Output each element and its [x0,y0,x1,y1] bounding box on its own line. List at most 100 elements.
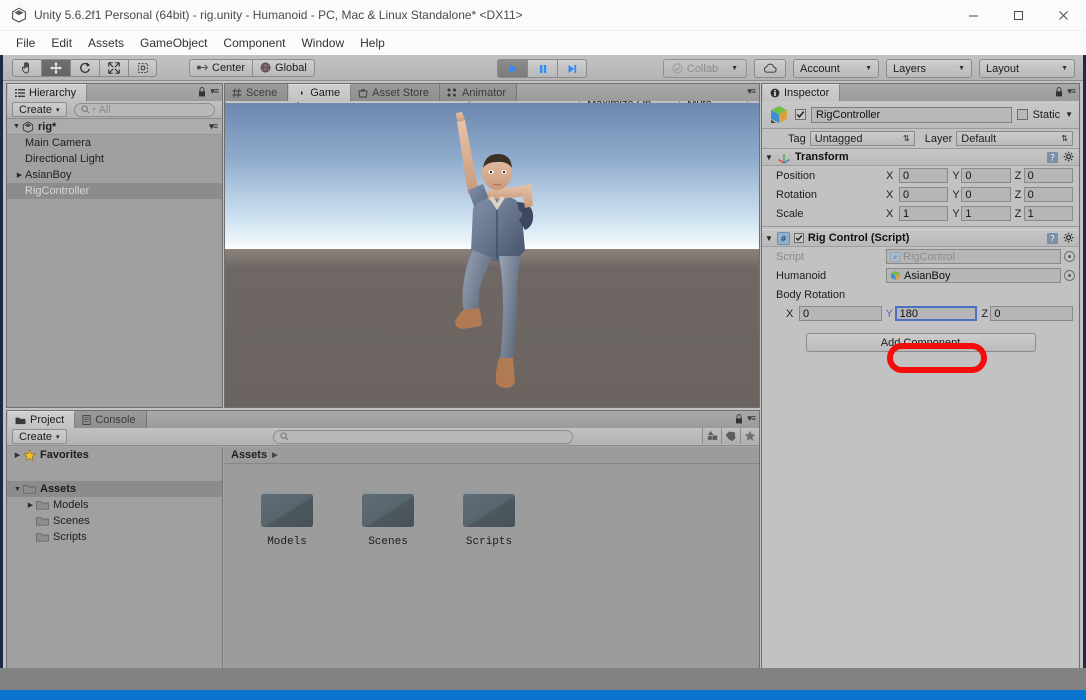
chevron-down-icon[interactable]: ▼ [12,486,23,493]
scene-menu-icon[interactable]: ▾≡ [209,121,217,132]
add-component-button[interactable]: Add Component [806,333,1036,352]
position-y-input[interactable]: 0 [961,168,1010,183]
space-mode-button[interactable]: Global [252,59,315,77]
humanoid-picker-icon[interactable] [1064,270,1075,281]
menu-window[interactable]: Window [293,33,352,53]
layer-dropdown[interactable]: Default ⇅ [956,131,1073,146]
asset-item-scenes[interactable]: Scenes [350,486,426,548]
chevron-down-icon[interactable]: ▼ [1065,110,1073,119]
menu-assets[interactable]: Assets [80,33,132,53]
scale-z-input[interactable]: 1 [1024,206,1073,221]
bodyrotation-z-input[interactable]: 0 [990,306,1073,321]
play-button[interactable] [497,59,527,78]
menu-help[interactable]: Help [352,33,393,53]
position-z-input[interactable]: 0 [1024,168,1073,183]
rotation-y-input[interactable]: 0 [961,187,1010,202]
tab-project[interactable]: Project [7,411,75,428]
object-name-input[interactable]: RigController [811,107,1012,123]
scale-x-input[interactable]: 1 [899,206,948,221]
chevron-down-icon[interactable]: ▼ [765,234,773,243]
chevron-right-icon[interactable]: ▶ [14,171,25,179]
layout-button[interactable]: Layout ▼ [979,59,1075,78]
tab-animator[interactable]: Animator [440,84,517,101]
project-create-button[interactable]: Create ▾ [12,429,67,444]
project-menu-icon[interactable]: ▾≡ [747,413,755,424]
layers-button[interactable]: Layers ▼ [886,59,972,78]
project-tree-scenes[interactable]: Scenes [7,513,222,529]
project-tree-scripts[interactable]: Scripts [7,529,222,545]
rotation-x-input[interactable]: 0 [899,187,948,202]
lock-icon[interactable] [1055,87,1063,97]
filter-by-label-icon[interactable] [721,428,740,444]
project-tree-assets[interactable]: ▼ Assets [7,481,222,497]
chevron-right-icon[interactable]: ▶ [12,451,23,459]
help-icon[interactable]: ? [1046,232,1059,245]
hierarchy-menu-icon[interactable]: ▾≡ [210,86,218,97]
rotation-z-input[interactable]: 0 [1024,187,1073,202]
tab-asset-store[interactable]: Asset Store [351,84,440,101]
close-button[interactable] [1041,0,1086,31]
tab-hierarchy[interactable]: Hierarchy [7,84,87,101]
step-button[interactable] [557,59,587,78]
menu-component[interactable]: Component [215,33,293,53]
maximize-button[interactable] [996,0,1041,31]
collab-button[interactable]: Collab ▼ [663,59,747,78]
hierarchy-search-input[interactable]: ▾ All [74,103,215,117]
chevron-right-icon[interactable]: ▶ [25,501,36,509]
hierarchy-item-directional-light[interactable]: Directional Light [7,151,222,167]
help-icon[interactable]: ? [1046,151,1059,164]
menu-edit[interactable]: Edit [43,33,80,53]
rect-tool-button[interactable] [128,59,157,77]
scale-tool-button[interactable] [99,59,128,77]
menu-gameobject[interactable]: GameObject [132,33,215,53]
inspector-menu-icon[interactable]: ▾≡ [1067,86,1075,97]
pause-button[interactable] [527,59,557,78]
tag-dropdown[interactable]: Untagged ⇅ [810,131,915,146]
filter-by-type-icon[interactable] [702,428,721,444]
rotate-tool-button[interactable] [70,59,99,77]
bodyrotation-y-input[interactable]: 180 [895,306,978,321]
game-view-render[interactable] [225,103,759,407]
hand-tool-button[interactable] [12,59,41,77]
gear-icon[interactable] [1063,151,1075,163]
chevron-down-icon[interactable]: ▼ [11,123,22,130]
rigcontrol-component-header[interactable]: ▼ # Rig Control (Script) ? [762,230,1079,247]
hierarchy-item-main-camera[interactable]: Main Camera [7,135,222,151]
breadcrumb-label[interactable]: Assets [231,449,267,461]
scale-y-input[interactable]: 1 [961,206,1010,221]
favorites-filter-icon[interactable] [740,428,759,444]
tab-console[interactable]: Console [75,411,146,428]
bodyrotation-x-input[interactable]: 0 [799,306,882,321]
lock-icon[interactable] [735,414,743,424]
cloud-services-button[interactable] [754,59,786,78]
humanoid-objectfield[interactable]: AsianBoy [886,268,1061,283]
static-checkbox[interactable] [1017,109,1028,120]
script-label: Script [776,251,886,263]
hierarchy-item-asianboy[interactable]: ▶ AsianBoy [7,167,222,183]
gear-icon[interactable] [1063,232,1075,244]
lock-icon[interactable] [198,87,206,97]
pivot-mode-button[interactable]: Center [189,59,252,77]
rotation-x-value: 0 [903,189,909,201]
tab-game[interactable]: Game [288,84,351,101]
tab-inspector[interactable]: Inspector [762,84,840,101]
position-x-input[interactable]: 0 [899,168,948,183]
object-enabled-checkbox[interactable] [795,109,806,120]
transform-component-header[interactable]: ▼ Transform ? [762,149,1079,166]
project-tree-models[interactable]: ▶ Models [7,497,222,513]
minimize-button[interactable] [951,0,996,31]
menu-file[interactable]: File [8,33,43,53]
project-tree-favorites[interactable]: ▶ Favorites [7,447,222,463]
chevron-down-icon[interactable]: ▼ [765,153,773,162]
hierarchy-create-button[interactable]: Create ▾ [12,102,67,117]
hierarchy-item-rigcontroller[interactable]: RigController [7,183,222,199]
rigcontrol-enabled-checkbox[interactable] [794,233,804,243]
project-search-input[interactable] [273,430,573,444]
account-button[interactable]: Account ▼ [793,59,879,78]
move-tool-button[interactable] [41,59,70,77]
tab-scene[interactable]: Scene [225,84,288,101]
asset-item-scripts[interactable]: Scripts [451,486,527,548]
asset-item-models[interactable]: Models [249,486,325,548]
game-menu-icon[interactable]: ▾≡ [747,86,755,97]
hierarchy-scene-row[interactable]: ▼ rig* ▾≡ [7,119,222,135]
